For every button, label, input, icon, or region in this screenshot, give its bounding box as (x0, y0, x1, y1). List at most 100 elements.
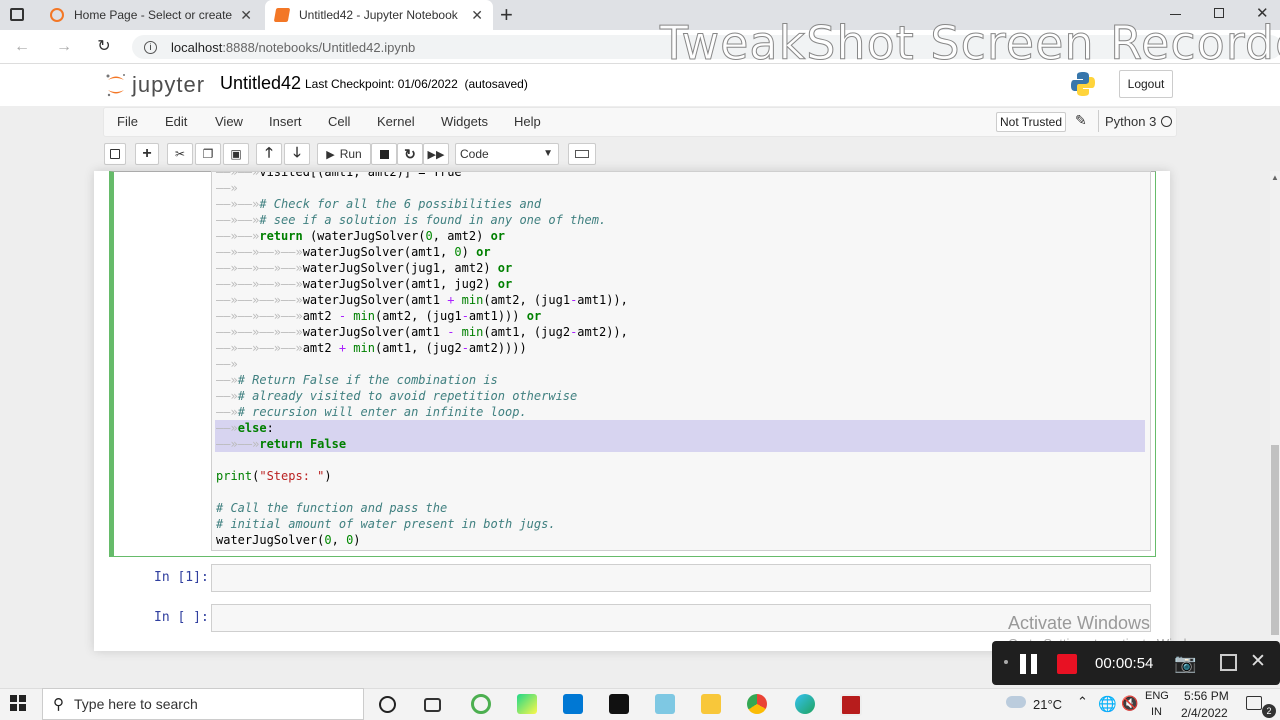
tab-marker: ——» (216, 421, 238, 435)
file-explorer-icon[interactable] (701, 694, 721, 714)
tab-marker: ——»——»——»——» (216, 245, 303, 259)
menu-cell[interactable]: Cell (328, 114, 350, 129)
menu-insert[interactable]: Insert (269, 114, 302, 129)
temperature-text[interactable]: 21°C (1033, 697, 1062, 712)
pause-recording-button[interactable] (1018, 654, 1040, 674)
mail-icon[interactable] (563, 694, 583, 714)
taskbar-search-input[interactable]: ⚲ Type here to search (42, 688, 364, 720)
code-line[interactable]: ——»——»# see if a solution is found in an… (216, 212, 606, 228)
tab-marker: ——»——»——»——» (216, 293, 303, 307)
clock-time[interactable]: 5:56 PM (1184, 689, 1229, 703)
volume-icon[interactable]: 🔇 (1121, 695, 1138, 712)
notepad-icon[interactable] (655, 694, 675, 714)
code-token: return (259, 437, 303, 451)
network-icon[interactable]: 🌐 (1098, 695, 1117, 713)
code-line[interactable]: ——»# already visited to avoid repetition… (216, 388, 577, 404)
code-line[interactable]: ——»# Return False if the combination is (216, 372, 498, 388)
clock-date[interactable]: 2/4/2022 (1181, 706, 1228, 720)
code-line[interactable]: ——»——»——»——»waterJugSolver(amt1 + min(am… (216, 292, 628, 308)
paste-icon: ▣ (230, 147, 242, 161)
code-line[interactable]: ——»——»——»——»waterJugSolver(amt1, jug2) o… (216, 276, 512, 292)
forward-arrow-icon[interactable]: → (52, 37, 76, 57)
code-token: or (490, 229, 506, 243)
code-line[interactable]: # initial amount of water present in bot… (216, 516, 556, 532)
close-tab-icon[interactable]: ✕ (471, 7, 483, 24)
move-up-button[interactable]: 🡑 (256, 143, 282, 165)
code-line[interactable]: ——» (216, 356, 238, 372)
code-line[interactable]: # Call the function and pass the (216, 500, 447, 516)
tab-untitled42[interactable]: Untitled42 - Jupyter Notebook ✕ (265, 0, 493, 30)
camera-icon[interactable]: 📷 (1174, 653, 1196, 674)
menu-widgets[interactable]: Widgets (441, 114, 488, 129)
code-token: or (497, 277, 513, 291)
edit-pencil-icon[interactable]: ✎ (1075, 112, 1087, 129)
task-view-icon[interactable] (424, 698, 441, 712)
not-trusted-button[interactable]: Not Trusted (996, 112, 1066, 132)
windows-start-icon[interactable] (10, 695, 26, 711)
close-tab-icon[interactable]: ✕ (240, 7, 252, 24)
code-line[interactable]: ——»# recursion will enter an infinite lo… (216, 404, 527, 420)
recorder-app-icon[interactable] (840, 694, 862, 716)
menu-kernel[interactable]: Kernel (377, 114, 415, 129)
stop-recording-button[interactable] (1057, 654, 1077, 674)
app-green-circle-icon[interactable] (471, 694, 491, 714)
tab-home-page[interactable]: Home Page - Select or create a n ✕ (40, 0, 262, 30)
code-line[interactable]: ——»——»——»——»waterJugSolver(jug1, amt2) o… (216, 260, 512, 276)
cell-type-select[interactable]: Code ▼ (455, 143, 559, 165)
minimize-icon[interactable] (1170, 14, 1181, 15)
interrupt-button[interactable] (371, 143, 397, 165)
cut-button[interactable]: ✂ (167, 143, 193, 165)
copy-button[interactable]: ❐ (195, 143, 221, 165)
code-line[interactable]: ——»——»——»——»amt2 - min(amt2, (jug1-amt1)… (216, 308, 541, 324)
back-arrow-icon[interactable]: ← (10, 37, 34, 57)
scrollbar-thumb[interactable] (1271, 445, 1279, 635)
scroll-up-arrow-icon[interactable]: ▲ (1271, 173, 1279, 182)
menu-file[interactable]: File (117, 114, 138, 129)
paste-button[interactable]: ▣ (223, 143, 249, 165)
code-editor[interactable]: ——»——»visited[(amt1, amt2)] = True ——» ——»… (211, 171, 1151, 551)
code-line[interactable]: print("Steps: ") (216, 468, 332, 484)
code-line[interactable]: waterJugSolver(0, 0) (216, 532, 361, 548)
code-line[interactable]: ——»else: (216, 420, 274, 436)
restart-run-all-button[interactable]: ▶▶ (423, 143, 449, 165)
intellij-icon[interactable] (609, 694, 629, 714)
restart-button[interactable]: ↻ (397, 143, 423, 165)
code-cell-input-1[interactable] (211, 564, 1151, 592)
code-line[interactable]: ——»——»# Check for all the 6 possibilitie… (216, 196, 541, 212)
save-button[interactable] (104, 143, 126, 165)
menu-edit[interactable]: Edit (165, 114, 187, 129)
logout-button[interactable]: Logout (1119, 70, 1173, 98)
code-line[interactable]: ——»——»——»——»amt2 + min(amt1, (jug2-amt2)… (216, 340, 527, 356)
code-line[interactable]: ——»——»return (waterJugSolver(0, amt2) or (216, 228, 505, 244)
chevron-up-icon[interactable]: ⌃ (1077, 694, 1088, 710)
notification-icon[interactable] (1246, 696, 1262, 710)
menu-help[interactable]: Help (514, 114, 541, 129)
move-down-button[interactable]: 🡓 (284, 143, 310, 165)
language-code[interactable]: ENG (1145, 690, 1169, 702)
code-token: # see if a solution is found in any one … (259, 213, 607, 227)
window-menu-icon[interactable] (10, 8, 24, 21)
weather-icon[interactable] (1006, 696, 1026, 708)
close-recorder-icon[interactable]: ✕ (1250, 650, 1266, 673)
command-palette-button[interactable] (568, 143, 596, 165)
chrome-icon[interactable] (747, 694, 767, 714)
code-line[interactable]: ——»——»——»——»waterJugSolver(amt1, 0) or (216, 244, 491, 260)
code-token: waterJugSolver(amt1, jug2) (302, 277, 498, 291)
new-tab-button[interactable]: + (500, 2, 513, 28)
menu-view[interactable]: View (215, 114, 243, 129)
code-line[interactable]: ——»——»visited[(amt1, amt2)] = True (216, 172, 462, 180)
code-line[interactable]: ——» (216, 180, 238, 196)
notebook-title[interactable]: Untitled42 (220, 73, 301, 94)
tab-marker: ——»——»——»——» (216, 277, 303, 291)
run-button[interactable]: ▶ Run (317, 143, 371, 165)
code-line[interactable]: ——»——»——»——»waterJugSolver(amt1 - min(am… (216, 324, 628, 340)
cortana-icon[interactable] (379, 696, 396, 713)
reload-icon[interactable]: ↻ (92, 37, 116, 57)
region-code[interactable]: IN (1151, 706, 1162, 718)
pycharm-icon[interactable] (517, 694, 537, 714)
edge-icon[interactable] (795, 694, 815, 714)
code-line[interactable]: ——»——»return False (216, 436, 346, 452)
insert-cell-button[interactable]: + (135, 143, 159, 165)
annotate-icon[interactable] (1220, 654, 1237, 671)
jupyter-logo[interactable]: jupyter (105, 72, 205, 98)
